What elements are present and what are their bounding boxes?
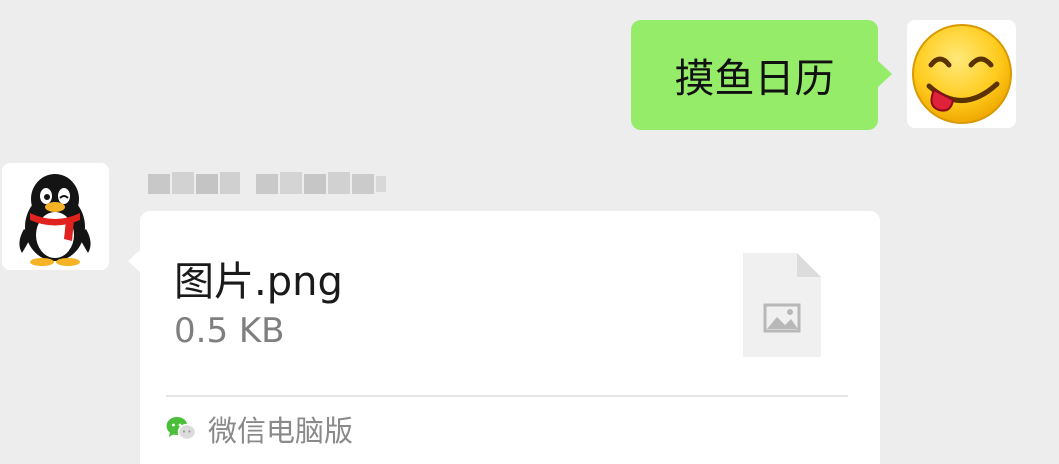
peer-avatar[interactable] [2, 163, 109, 270]
file-size: 0.5 KB [174, 311, 285, 351]
card-divider [166, 395, 848, 397]
qq-penguin-icon [19, 174, 91, 266]
sender-name-blurred [148, 168, 388, 198]
file-message-card[interactable]: 图片.png 0.5 KB 微信电脑版 [128, 211, 880, 464]
message-source: 微信电脑版 [166, 409, 353, 449]
image-file-icon [743, 253, 821, 357]
grinning-tongue-emoji-icon [912, 24, 1012, 124]
outgoing-message-bubble[interactable]: 摸鱼日历 [631, 20, 892, 130]
outgoing-message-text: 摸鱼日历 [674, 56, 835, 102]
source-label: 微信电脑版 [208, 414, 354, 448]
wechat-icon [166, 417, 196, 441]
file-name: 图片.png [174, 259, 343, 305]
blurred-name-icon [148, 172, 386, 194]
self-avatar[interactable] [907, 20, 1016, 128]
